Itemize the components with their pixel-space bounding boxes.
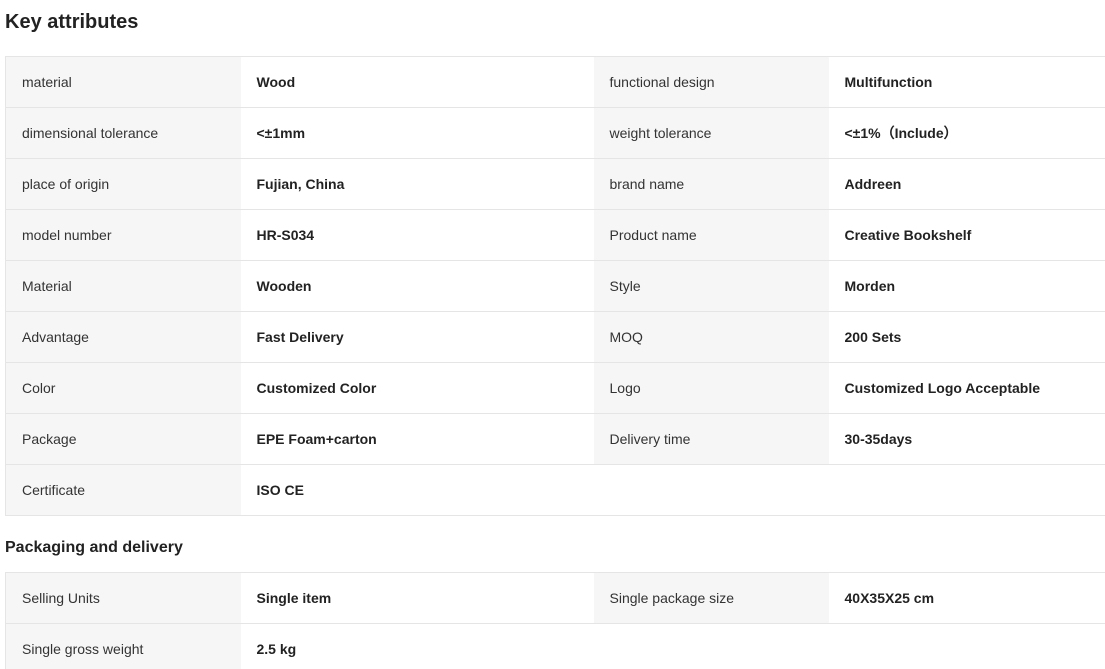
attribute-row: place of origin Fujian, China brand name Ad… [5,158,1105,210]
attribute-label: Delivery time [593,413,829,465]
attribute-label: Single gross weight [5,623,241,669]
attribute-row: Material Wooden Style Morden [5,260,1105,312]
attribute-value: ISO CE [240,464,594,516]
product-attributes-page: Key attributes material Wood functional de… [0,0,1105,669]
empty-cell [593,623,829,669]
attribute-value: Customized Color [240,362,594,414]
attribute-value: Creative Bookshelf [828,209,1105,261]
attribute-value: Customized Logo Acceptable [828,362,1105,414]
attribute-label: MOQ [593,311,829,363]
attribute-value: Multifunction [828,56,1105,108]
attribute-label: functional design [593,56,829,108]
attribute-label: Color [5,362,241,414]
attribute-row: dimensional tolerance <±1mm weight toleran… [5,107,1105,159]
attribute-label: model number [5,209,241,261]
attribute-label: brand name [593,158,829,210]
empty-cell [828,623,1105,669]
attribute-value: Addreen [828,158,1105,210]
empty-cell [828,464,1105,516]
attribute-value: <±1mm [240,107,594,159]
attribute-label: place of origin [5,158,241,210]
attribute-value: Single item [240,572,594,624]
attribute-row: Color Customized Color Logo Customized Logo… [5,362,1105,414]
attribute-label: weight tolerance [593,107,829,159]
attribute-value: 200 Sets [828,311,1105,363]
attribute-row: Package EPE Foam+carton Delivery time 30-35… [5,413,1105,465]
attribute-row: material Wood functional design Multifuncti… [5,56,1105,108]
packaging-delivery-title: Packaging and delivery [5,539,183,556]
packaging-delivery-table: Selling Units Single item Single package s… [5,572,1105,669]
attribute-label: Advantage [5,311,241,363]
attribute-row: Selling Units Single item Single package s… [5,572,1105,624]
attribute-label: dimensional tolerance [5,107,241,159]
attribute-label: Certificate [5,464,241,516]
attribute-value: Morden [828,260,1105,312]
attribute-value: <±1%（Include） [828,107,1105,159]
attribute-value: HR-S034 [240,209,594,261]
attribute-row: Single gross weight 2.5 kg [5,623,1105,669]
attribute-value: 2.5 kg [240,623,594,669]
attribute-value: Wooden [240,260,594,312]
attribute-label: Material [5,260,241,312]
attribute-value: Wood [240,56,594,108]
attribute-row: model number HR-S034 Product name Creative … [5,209,1105,261]
key-attributes-title: Key attributes [5,11,139,33]
attribute-label: Single package size [593,572,829,624]
attribute-row: Advantage Fast Delivery MOQ 200 Sets [5,311,1105,363]
attribute-value: 30-35days [828,413,1105,465]
attribute-label: Style [593,260,829,312]
attribute-label: material [5,56,241,108]
attribute-label: Product name [593,209,829,261]
key-attributes-table: material Wood functional design Multifuncti… [5,56,1105,516]
attribute-value: 40X35X25 cm [828,572,1105,624]
attribute-value: EPE Foam+carton [240,413,594,465]
attribute-label: Selling Units [5,572,241,624]
attribute-label: Package [5,413,241,465]
attribute-row: Certificate ISO CE [5,464,1105,516]
empty-cell [593,464,829,516]
attribute-label: Logo [593,362,829,414]
attribute-value: Fast Delivery [240,311,594,363]
attribute-value: Fujian, China [240,158,594,210]
